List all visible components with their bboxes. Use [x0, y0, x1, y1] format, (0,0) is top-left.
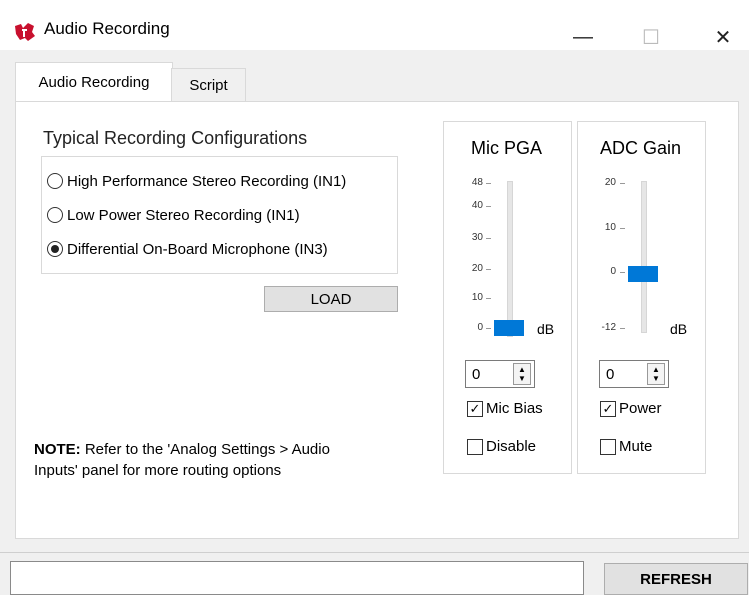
- radio-button[interactable]: [47, 207, 63, 223]
- tick-label: 40: [471, 200, 483, 211]
- note-text: NOTE: Refer to the 'Analog Settings > Au…: [34, 439, 334, 481]
- disable-label: Disable: [486, 438, 537, 455]
- maximize-icon: ☐: [642, 26, 660, 49]
- tick-mark: [486, 238, 491, 239]
- spinner-arrows-icon[interactable]: ▲ ▼: [513, 363, 531, 385]
- tick-label: 20: [604, 177, 616, 188]
- mic-pga-unit: dB: [537, 321, 555, 337]
- tick-mark: [620, 183, 625, 184]
- adc-gain-slider-thumb[interactable]: [628, 265, 658, 282]
- mic-bias-checkbox[interactable]: ✓ Mic Bias: [467, 400, 543, 417]
- note-bold: NOTE:: [34, 441, 81, 458]
- tick-mark: [486, 328, 491, 329]
- radio-label: High Performance Stereo Recording (IN1): [67, 172, 347, 190]
- maximize-button[interactable]: ☐: [628, 20, 674, 54]
- radio-label: Low Power Stereo Recording (IN1): [67, 206, 300, 224]
- tick-mark: [486, 269, 491, 270]
- radio-high-performance[interactable]: High Performance Stereo Recording (IN1): [47, 170, 346, 192]
- adc-gain-spinbox[interactable]: 0 ▲ ▼: [599, 360, 669, 388]
- checkbox-icon[interactable]: [467, 438, 483, 455]
- radio-low-power[interactable]: Low Power Stereo Recording (IN1): [47, 204, 300, 226]
- power-checkbox[interactable]: ✓ Power: [600, 400, 662, 417]
- tick-mark: [486, 206, 491, 207]
- adc-gain-slider-track[interactable]: [641, 181, 647, 333]
- title-bar[interactable]: Audio Recording — ☐ ✕: [0, 8, 749, 50]
- checkbox-checked-icon[interactable]: ✓: [600, 400, 616, 417]
- mic-pga-spinbox[interactable]: 0 ▲ ▼: [465, 360, 535, 388]
- adc-gain-unit: dB: [670, 321, 688, 337]
- tick-label: 10: [471, 292, 483, 303]
- tick-label: 10: [604, 222, 616, 233]
- tab-script[interactable]: Script: [171, 68, 246, 102]
- radio-label: Differential On-Board Microphone (IN3): [67, 240, 328, 258]
- checkbox-checked-icon[interactable]: ✓: [467, 400, 483, 417]
- tick-label: 20: [471, 263, 483, 274]
- tick-mark: [620, 228, 625, 229]
- tick-label: 0: [610, 266, 616, 277]
- tab-audio-recording[interactable]: Audio Recording: [15, 62, 173, 102]
- minimize-icon: —: [573, 25, 593, 48]
- spinner-arrows-icon[interactable]: ▲ ▼: [647, 363, 665, 385]
- load-button[interactable]: LOAD: [264, 286, 398, 312]
- mute-label: Mute: [619, 438, 653, 455]
- close-button[interactable]: ✕: [700, 20, 746, 54]
- window-title: Audio Recording: [44, 19, 170, 38]
- tick-mark: [620, 272, 625, 273]
- radio-button-selected[interactable]: [47, 241, 63, 257]
- tick-mark: [486, 298, 491, 299]
- adc-gain-title: ADC Gain: [599, 138, 682, 158]
- radio-differential-mic[interactable]: Differential On-Board Microphone (IN3): [47, 238, 328, 260]
- mic-bias-label: Mic Bias: [486, 400, 543, 417]
- background-strip: [0, 0, 749, 8]
- refresh-button[interactable]: REFRESH: [604, 563, 748, 595]
- mic-pga-slider-thumb[interactable]: [494, 320, 524, 336]
- radio-button[interactable]: [47, 173, 63, 189]
- checkbox-icon[interactable]: [600, 438, 616, 455]
- tick-label: 30: [471, 232, 483, 243]
- power-label: Power: [619, 400, 662, 417]
- mic-pga-value[interactable]: 0: [466, 366, 513, 383]
- tick-label: 48: [471, 177, 483, 188]
- close-icon: ✕: [714, 26, 732, 49]
- disable-checkbox[interactable]: Disable: [467, 438, 536, 455]
- mute-checkbox[interactable]: Mute: [600, 438, 652, 455]
- mic-pga-slider-track[interactable]: [507, 181, 513, 337]
- ti-logo-icon: [15, 23, 35, 41]
- tick-label: -12: [601, 322, 616, 333]
- adc-gain-value[interactable]: 0: [600, 366, 647, 383]
- tick-mark: [620, 328, 625, 329]
- tick-label: 0: [477, 322, 483, 333]
- minimize-button[interactable]: —: [560, 20, 606, 54]
- tick-mark: [486, 183, 491, 184]
- configs-title: Typical Recording Configurations: [43, 128, 308, 148]
- mic-pga-title: Mic PGA: [470, 138, 542, 158]
